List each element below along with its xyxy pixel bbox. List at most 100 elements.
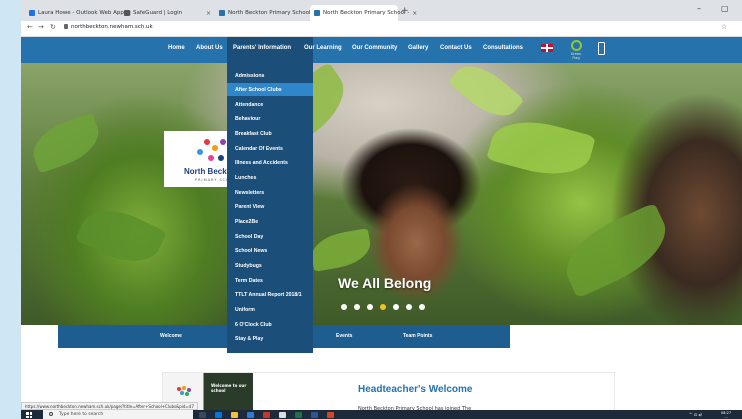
slide-dot[interactable]: [406, 304, 412, 310]
menu-item-studybugs[interactable]: Studybugs: [235, 263, 262, 269]
hero-tagline: We All Belong: [338, 275, 432, 291]
menu-item-6-oclock-club[interactable]: 6 O'Clock Club: [235, 322, 272, 328]
green-ring-icon: [570, 40, 582, 51]
edge-icon[interactable]: [215, 412, 222, 418]
leaf-shape: [308, 228, 374, 272]
mobile-phone-icon[interactable]: [598, 42, 605, 55]
taskbar-clock[interactable]: 08:27 ...: [721, 411, 731, 419]
screen: Laura Howe - Outlook Web App × SafeGuard…: [21, 0, 742, 419]
leaf-shape: [26, 112, 106, 174]
menu-item-parent-view[interactable]: Parent View: [235, 204, 264, 210]
lock-icon: [64, 24, 68, 29]
forward-arrow-icon[interactable]: →: [38, 23, 44, 31]
green-flag-logo[interactable]: Green Flag: [567, 40, 585, 60]
nav-home[interactable]: Home: [168, 45, 185, 51]
menu-item-behaviour[interactable]: Behaviour: [235, 116, 260, 122]
clock-date: ...: [724, 415, 728, 419]
new-tab-button[interactable]: +: [401, 6, 409, 16]
browser-tab-school-active[interactable]: North Beckton Primary School - ×: [310, 5, 417, 21]
menu-item-attendance[interactable]: Attendance: [235, 102, 263, 108]
menu-item-breakfast-club[interactable]: Breakfast Club: [235, 131, 272, 137]
school-favicon-icon: [219, 10, 225, 16]
logo-dot: [218, 155, 224, 161]
safeguard-favicon-icon: [124, 10, 130, 16]
logo-dot: [204, 139, 210, 145]
store-icon[interactable]: [279, 412, 286, 418]
menu-item-term-dates[interactable]: Term Dates: [235, 278, 263, 284]
logo-dot: [197, 149, 203, 155]
menu-item-admissions[interactable]: Admissions: [235, 73, 264, 79]
nav-our-learning[interactable]: Our Learning: [304, 45, 342, 51]
menu-item-stay-and-play[interactable]: Stay & Play: [235, 336, 263, 342]
slide-dot[interactable]: [419, 304, 425, 310]
menu-item-place2be[interactable]: Place2Be: [235, 219, 258, 225]
tab-events[interactable]: Events: [336, 333, 352, 339]
windows-start-icon[interactable]: [26, 412, 32, 418]
menu-item-lunches[interactable]: Lunches: [235, 175, 256, 181]
nav-our-community[interactable]: Our Community: [352, 45, 397, 51]
school-logo-mini: [177, 386, 191, 396]
file-explorer-icon[interactable]: [231, 412, 238, 418]
tab-welcome[interactable]: Welcome: [160, 333, 182, 339]
menu-item-annual-report[interactable]: TTLT Annual Report 2018/1: [235, 292, 302, 298]
logo-dot: [208, 155, 214, 161]
leaf-shape: [447, 63, 525, 128]
tab-close-icon[interactable]: ×: [412, 10, 417, 17]
slide-dot-active[interactable]: [380, 304, 386, 310]
nav-parents-information[interactable]: Parents' Information: [233, 45, 291, 51]
mail-icon[interactable]: [247, 412, 254, 418]
menu-item-school-news[interactable]: School News: [235, 248, 267, 254]
logo-dot: [212, 145, 218, 151]
browser-tab-school-1[interactable]: North Beckton Primary School - ×: [215, 5, 322, 21]
nav-gallery[interactable]: Gallery: [408, 45, 428, 51]
powerpoint-icon[interactable]: [327, 412, 334, 418]
menu-item-newsletters[interactable]: Newsletters: [235, 190, 264, 196]
browser-tab-safeguard[interactable]: SafeGuard | Login ×: [120, 5, 215, 21]
app-red-icon[interactable]: [263, 412, 270, 418]
menu-item-uniform[interactable]: Uniform: [235, 307, 255, 313]
leaf-shape: [486, 110, 596, 186]
excel-icon[interactable]: [295, 412, 302, 418]
address-bar: ← → ↻ northbeckton.newham.sch.uk ☆: [21, 21, 742, 37]
school-favicon-icon: [314, 10, 320, 16]
taskbar-search-box[interactable]: Type here to search: [43, 410, 193, 419]
status-bar-url: https://www.northbeckton.newham.sch.uk/p…: [21, 402, 198, 410]
windows-taskbar: Type here to search ^ ⊡ ◂) 08:27 ...: [21, 410, 742, 419]
parents-information-dropdown: Admissions After School Clubs Attendance…: [227, 63, 313, 353]
minimize-icon[interactable]: –: [697, 4, 701, 13]
tab-label: North Beckton Primary School -: [228, 10, 315, 16]
slide-dot[interactable]: [354, 304, 360, 310]
welcome-thumb-text: Welcome to our school: [211, 383, 247, 393]
nav-consultations[interactable]: Consultations: [483, 45, 523, 51]
slide-dot[interactable]: [341, 304, 347, 310]
tab-close-icon[interactable]: ×: [206, 10, 211, 17]
system-tray-icons[interactable]: ^ ⊡ ◂): [689, 412, 702, 417]
url-field[interactable]: northbeckton.newham.sch.uk: [71, 24, 153, 30]
menu-item-illness-and-accidents[interactable]: Illness and Accidents: [235, 160, 288, 166]
leaf-shape: [75, 198, 167, 274]
bookmark-star-icon[interactable]: ☆: [721, 23, 727, 31]
site-nav: Home About Us Parents' Information Our L…: [21, 37, 742, 63]
menu-item-after-school-clubs[interactable]: After School Clubs: [235, 87, 282, 93]
browser-tab-bar: Laura Howe - Outlook Web App × SafeGuard…: [21, 0, 742, 21]
slide-indicators: [341, 304, 425, 310]
nav-contact-us[interactable]: Contact Us: [440, 45, 472, 51]
uk-flag-icon[interactable]: [541, 44, 553, 52]
back-arrow-icon[interactable]: ←: [27, 23, 33, 31]
leaf-shape: [554, 202, 678, 299]
tab-label: North Beckton Primary School -: [323, 10, 410, 16]
slide-dot[interactable]: [367, 304, 373, 310]
tab-label: Laura Howe - Outlook Web App: [38, 10, 124, 16]
menu-item-school-day[interactable]: School Day: [235, 234, 263, 240]
menu-item-calendar-of-events[interactable]: Calendar Of Events: [235, 146, 283, 152]
restore-icon[interactable]: ▢: [721, 4, 729, 13]
word-icon[interactable]: [311, 412, 318, 418]
slide-dot[interactable]: [393, 304, 399, 310]
browser-tab-outlook[interactable]: Laura Howe - Outlook Web App ×: [25, 5, 132, 21]
tab-team-points[interactable]: Team Points: [403, 333, 432, 339]
search-icon: [49, 412, 53, 416]
nav-about-us[interactable]: About Us: [196, 45, 223, 51]
task-view-icon[interactable]: [199, 412, 206, 418]
reload-icon[interactable]: ↻: [50, 23, 56, 31]
tab-label: SafeGuard | Login: [133, 10, 183, 16]
